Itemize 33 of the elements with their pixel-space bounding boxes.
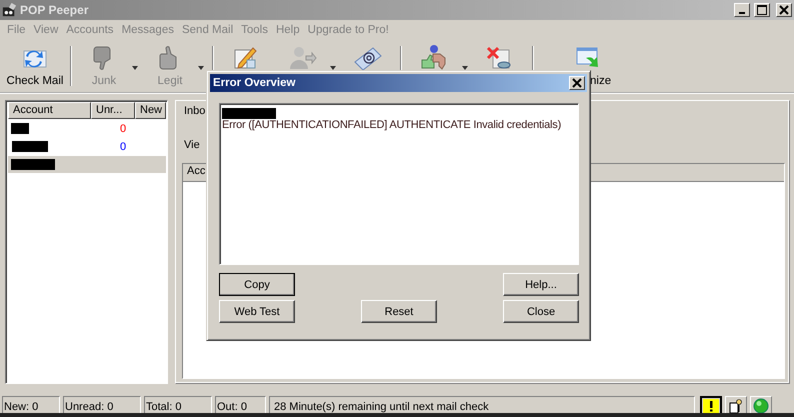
column-header[interactable]: Account <box>8 102 91 119</box>
dialog-button[interactable]: Copy <box>219 273 295 296</box>
minimize-button[interactable] <box>734 3 750 17</box>
inbox-tab[interactable]: Inbo <box>184 105 206 117</box>
column-header[interactable]: Unr... <box>91 102 135 119</box>
toolbar-button[interactable]: nize <box>538 42 644 87</box>
person-icon <box>287 44 317 72</box>
unread-count: 0 <box>120 122 126 134</box>
redacted-text <box>11 123 29 134</box>
close-icon <box>571 78 583 88</box>
maximize-button[interactable] <box>754 3 770 17</box>
unread-count: 0 <box>120 140 126 152</box>
error-text-area[interactable]: Error ([AUTHENTICATIONFAILED] AUTHENTICATE Invalid credentials) <box>219 103 579 265</box>
redacted-text <box>11 159 55 170</box>
app-icon <box>2 3 16 17</box>
redacted-text <box>222 108 276 119</box>
error-message: Error ([AUTHENTICATIONFAILED] AUTHENTICATE Invalid credentials) <box>222 119 562 131</box>
selected-row[interactable] <box>8 156 166 173</box>
dialog-close-button[interactable] <box>569 76 585 90</box>
dialog-title: Error Overview <box>213 77 296 89</box>
dialog-button[interactable]: Web Test <box>219 300 295 323</box>
dialog-button[interactable]: Help... <box>503 273 579 296</box>
maximize-icon <box>755 4 769 16</box>
column-header[interactable]: New <box>135 102 166 119</box>
view-label: Vie <box>184 139 201 151</box>
window-title: POP Peeper <box>20 3 88 17</box>
minimize-icon <box>739 12 745 14</box>
close-icon <box>777 4 791 16</box>
dialog-button[interactable]: Close <box>503 300 579 323</box>
redacted-text <box>12 141 48 152</box>
close-button[interactable] <box>776 3 792 17</box>
toolbar-button[interactable]: Check Mail <box>4 42 66 87</box>
dialog-button[interactable]: Reset <box>361 300 437 323</box>
